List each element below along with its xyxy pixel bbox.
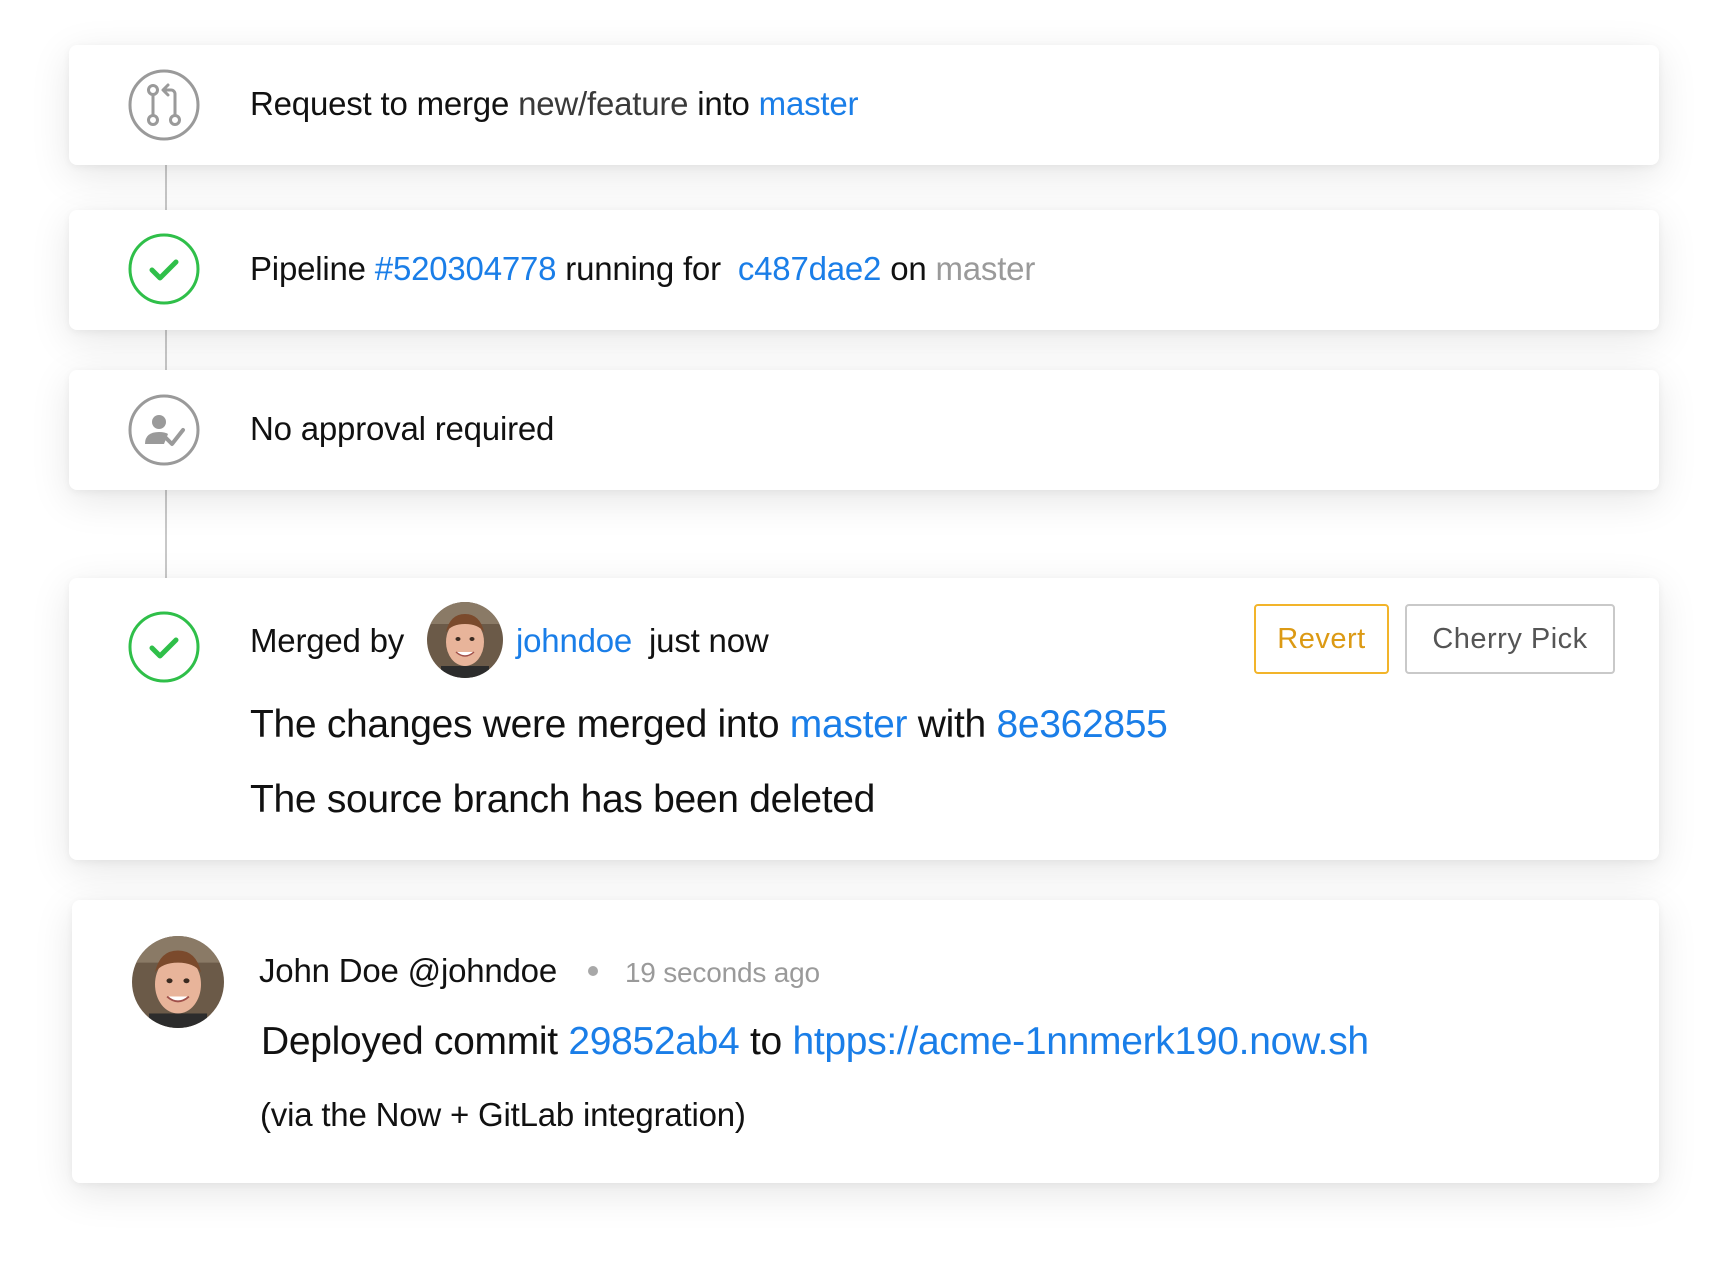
pipeline-branch[interactable]: master — [935, 250, 1035, 287]
timeline-connector — [165, 490, 167, 578]
comment-body: Deployed commit 29852ab4 to htpps://acme… — [261, 1020, 1369, 1064]
comment-card: John Doe @johndoe 19 seconds ago Deploye… — [72, 900, 1659, 1183]
source-branch-link[interactable]: new/feature — [518, 85, 688, 122]
comment-header: John Doe @johndoe 19 seconds ago — [259, 952, 820, 990]
running-for-label: running for — [565, 250, 721, 287]
merged-target-branch-link[interactable]: master — [790, 703, 908, 746]
merged-card: Merged by johndoe just now Revert Cherry… — [69, 578, 1659, 860]
merge-request-prefix: Request to merge — [250, 85, 510, 122]
pipeline-commit-link[interactable]: c487dae2 — [738, 250, 882, 287]
merged-user-line: johndoe just now — [516, 622, 769, 660]
merge-request-card: Request to merge new/feature into master — [69, 45, 1659, 165]
comment-time[interactable]: 19 seconds ago — [625, 957, 820, 988]
merge-request-widget: Request to merge new/feature into master… — [0, 0, 1724, 1272]
merged-changes-text: The changes were merged into master with… — [250, 703, 1168, 747]
pipeline-card: Pipeline #520304778 running for c487dae2… — [69, 210, 1659, 330]
deployed-commit-link[interactable]: 29852ab4 — [568, 1020, 739, 1063]
approval-card: No approval required — [69, 370, 1659, 490]
merge-commit-link[interactable]: 8e362855 — [996, 703, 1167, 746]
pipeline-label: Pipeline — [250, 250, 366, 287]
cherry-pick-button[interactable]: Cherry Pick — [1405, 604, 1615, 674]
deployed-prefix: Deployed commit — [261, 1020, 558, 1063]
merged-when: just now — [649, 622, 769, 659]
avatar[interactable] — [132, 936, 224, 1028]
deployment-url-link[interactable]: htpps://acme-1nnmerk190.now.sh — [792, 1020, 1369, 1063]
to-label: to — [750, 1020, 782, 1063]
target-branch-link[interactable]: master — [759, 85, 859, 122]
comment-author-handle[interactable]: @johndoe — [408, 952, 558, 989]
merge-request-icon — [128, 69, 200, 141]
merged-by-label: Merged by — [250, 622, 405, 659]
on-label: on — [890, 250, 927, 287]
revert-button[interactable]: Revert — [1254, 604, 1389, 674]
timeline-connector — [165, 330, 167, 370]
source-deleted-text: The source branch has been deleted — [250, 778, 876, 821]
approval-icon — [128, 394, 200, 466]
timeline-connector — [165, 165, 167, 211]
changes-prefix: The changes were merged into — [250, 703, 780, 746]
comment-note: (via the Now + GitLab integration) — [260, 1096, 746, 1133]
pipeline-text: Pipeline #520304778 running for c487dae2… — [250, 250, 1035, 288]
check-circle-icon[interactable] — [128, 233, 200, 305]
avatar[interactable] — [427, 602, 503, 678]
comment-author-name[interactable]: John Doe — [259, 952, 399, 989]
check-circle-icon — [128, 611, 200, 683]
into-label: into — [697, 85, 750, 122]
approval-text: No approval required — [250, 410, 555, 447]
merged-user-link[interactable]: johndoe — [516, 622, 632, 659]
merge-request-text: Request to merge new/feature into master — [250, 85, 859, 123]
separator-dot — [587, 966, 598, 977]
with-label: with — [917, 703, 986, 746]
pipeline-id-link[interactable]: #520304778 — [375, 250, 557, 287]
